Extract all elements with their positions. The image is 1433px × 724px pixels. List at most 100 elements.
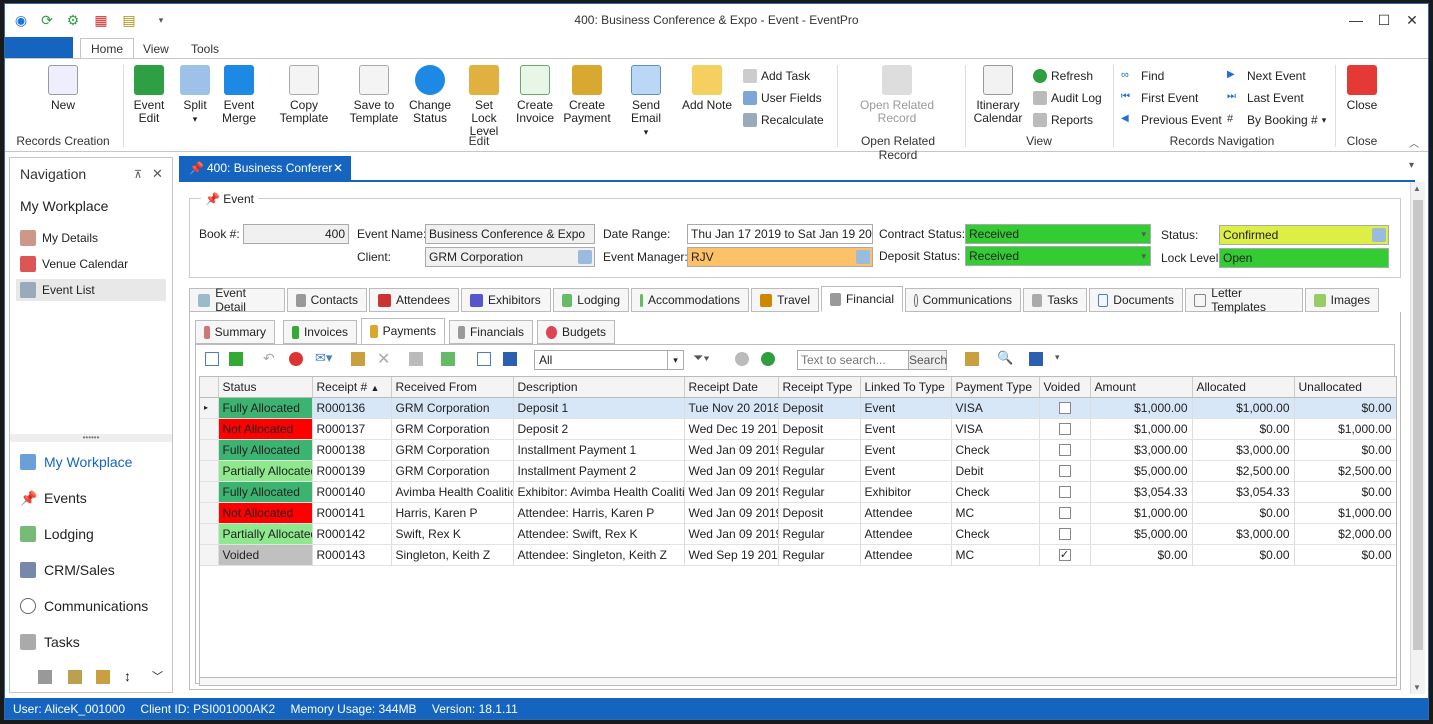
cell-pay[interactable]: VISA <box>951 397 1040 419</box>
note-icon[interactable] <box>351 352 365 366</box>
disabled-action-icon[interactable] <box>735 352 749 366</box>
cell-date[interactable]: Tue Nov 20 2018 <box>684 397 779 419</box>
column-header-payment-type[interactable]: Payment Type <box>951 377 1040 398</box>
row-indicator[interactable] <box>200 502 219 524</box>
cell-amount[interactable]: $3,054.33 <box>1090 481 1193 503</box>
tab-home[interactable]: Home <box>80 38 135 59</box>
column-header-allocated[interactable]: Allocated <box>1192 377 1295 398</box>
cell-receipt[interactable]: R000136 <box>312 397 392 419</box>
cell-linked[interactable]: Event <box>860 439 952 461</box>
scrollbar-thumb[interactable] <box>1413 200 1423 650</box>
nav-item-my-details[interactable]: My Details <box>16 227 166 249</box>
cell-unallocated[interactable]: $0.00 <box>1294 481 1396 503</box>
subtab-payments[interactable]: Payments <box>361 318 445 344</box>
cell-receipt[interactable]: R000137 <box>312 418 392 440</box>
add-note-button[interactable]: Add Note <box>681 65 733 112</box>
cell-date[interactable]: Wed Jan 09 2019 <box>684 460 779 482</box>
cell-amount[interactable]: $5,000.00 <box>1090 523 1193 545</box>
maximize-button[interactable]: ☐ <box>1370 8 1398 32</box>
cell-receipt[interactable]: R000139 <box>312 460 392 482</box>
cell-type[interactable]: Deposit <box>778 418 861 440</box>
payment-icon[interactable] <box>96 670 110 684</box>
cell-pay[interactable]: VISA <box>951 418 1040 440</box>
table-row[interactable]: Partially Allocated R000139 GRM Corporatio… <box>200 460 1396 482</box>
cell-type[interactable]: Deposit <box>778 502 861 524</box>
tab-letter-templates[interactable]: Letter Templates <box>1185 286 1303 314</box>
cell-status[interactable]: Fully Allocated <box>218 397 313 419</box>
cell-allocated[interactable]: $0.00 <box>1192 418 1295 440</box>
cell-from[interactable]: Avimba Health Coalition <box>391 481 514 503</box>
cell-amount[interactable]: $5,000.00 <box>1090 460 1193 482</box>
cell-desc[interactable]: Exhibitor: Avimba Health Coalition <box>513 481 685 503</box>
cell-unallocated[interactable]: $1,000.00 <box>1294 418 1396 440</box>
row-indicator[interactable] <box>200 523 219 545</box>
column-header-linked-to-type[interactable]: Linked To Type <box>860 377 952 398</box>
cell-allocated[interactable]: $3,000.00 <box>1192 523 1295 545</box>
tab-images[interactable]: Images <box>1305 288 1379 312</box>
add-icon[interactable] <box>229 352 243 366</box>
pane-splitter[interactable]: •••••• <box>10 434 172 442</box>
nav-lodging[interactable]: Lodging <box>16 520 166 548</box>
copy-template-button[interactable]: Copy Template <box>265 65 343 125</box>
voided-checkbox[interactable] <box>1058 423 1071 436</box>
cell-status[interactable]: Fully Allocated <box>218 439 313 461</box>
itinerary-calendar-button[interactable]: Itinerary Calendar <box>973 65 1023 125</box>
application-menu-button[interactable] <box>5 37 73 59</box>
close-button[interactable]: Close <box>1343 65 1381 112</box>
download-icon[interactable] <box>761 352 775 366</box>
cell-unallocated[interactable]: $0.00 <box>1294 397 1396 419</box>
row-indicator[interactable]: ▸ <box>200 397 219 419</box>
cell-from[interactable]: GRM Corporation <box>391 460 514 482</box>
column-header-description[interactable]: Description <box>513 377 685 398</box>
client-field[interactable]: GRM Corporation <box>425 247 595 267</box>
cell-allocated[interactable]: $1,000.00 <box>1192 397 1295 419</box>
nav-events[interactable]: 📌 Events <box>16 484 166 512</box>
cell-from[interactable]: GRM Corporation <box>391 397 514 419</box>
save-icon[interactable] <box>1029 352 1043 366</box>
open-related-record-button[interactable]: Open Related Record <box>857 65 937 125</box>
close-tab-icon[interactable]: ✕ <box>333 156 343 180</box>
cell-from[interactable]: GRM Corporation <box>391 418 514 440</box>
first-event-button[interactable]: ⏮ First Event <box>1121 89 1198 107</box>
find-button[interactable]: ∞ Find <box>1121 67 1164 85</box>
tab-contacts[interactable]: Contacts <box>287 288 367 312</box>
nav-item-event-list[interactable]: Event List <box>16 279 166 301</box>
save-to-template-button[interactable]: Save to Template <box>349 65 399 125</box>
last-event-button[interactable]: ⏭ Last Event <box>1227 89 1304 107</box>
nav-tasks[interactable]: Tasks <box>16 628 166 656</box>
voided-checkbox[interactable] <box>1058 465 1071 478</box>
cell-type[interactable]: Regular <box>778 439 861 461</box>
chevron-down-icon[interactable]: ﹀ <box>152 668 163 684</box>
new-button[interactable]: New <box>45 65 81 112</box>
cell-date[interactable]: Wed Jan 09 2019 <box>684 481 779 503</box>
nav-communications[interactable]: Communications <box>16 592 166 620</box>
cell-linked[interactable]: Attendee <box>860 544 952 566</box>
cell-amount[interactable]: $0.00 <box>1090 544 1193 566</box>
cell-linked[interactable]: Event <box>860 460 952 482</box>
row-indicator[interactable] <box>200 544 219 566</box>
cell-date[interactable]: Wed Sep 19 2018 <box>684 544 779 566</box>
minimize-button[interactable]: — <box>1342 8 1370 32</box>
cell-voided[interactable] <box>1039 523 1091 545</box>
voided-checkbox[interactable] <box>1058 444 1071 457</box>
reports-button[interactable]: Reports <box>1033 111 1093 129</box>
tab-view[interactable]: View <box>133 39 179 59</box>
send-email-button[interactable]: Send Email ▾ <box>617 65 675 139</box>
cell-voided[interactable]: ✓ <box>1039 544 1091 566</box>
cell-allocated[interactable]: $3,054.33 <box>1192 481 1295 503</box>
voided-checkbox[interactable] <box>1058 528 1071 541</box>
cell-voided[interactable] <box>1039 460 1091 482</box>
cell-desc[interactable]: Attendee: Swift, Rex K <box>513 523 685 545</box>
close-pane-icon[interactable]: ✕ <box>152 166 163 182</box>
cell-date[interactable]: Wed Jan 09 2019 <box>684 523 779 545</box>
row-indicator[interactable] <box>200 439 219 461</box>
table-row[interactable]: Partially Allocated R000142 Swift, Rex K At… <box>200 523 1396 545</box>
cell-date[interactable]: Wed Dec 19 2018 <box>684 418 779 440</box>
cell-voided[interactable] <box>1039 502 1091 524</box>
column-header-amount[interactable]: Amount <box>1090 377 1193 398</box>
document-tab[interactable]: 📌 400: Business Conferer ✕ <box>179 156 351 180</box>
cell-desc[interactable]: Deposit 1 <box>513 397 685 419</box>
next-event-button[interactable]: ▶ Next Event <box>1227 67 1306 85</box>
cell-date[interactable]: Wed Jan 09 2019 <box>684 439 779 461</box>
row-indicator[interactable] <box>200 481 219 503</box>
